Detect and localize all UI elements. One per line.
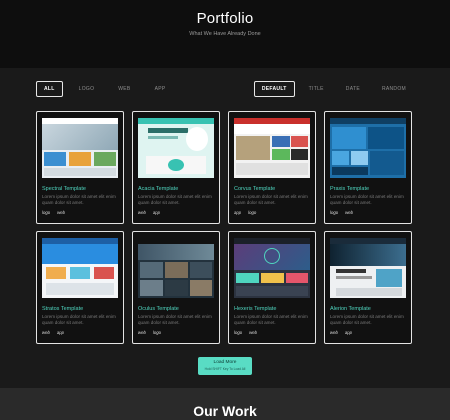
card-description: Lorem ipsum dolor sit amet elit enim qua… bbox=[330, 314, 404, 326]
card-title: Acacia Template bbox=[138, 186, 179, 192]
load-more-hint: Hold SHIFT Key To Load All bbox=[204, 367, 246, 371]
sort-date[interactable]: DATE bbox=[338, 81, 368, 97]
card-title: Corvus Template bbox=[234, 186, 276, 192]
portfolio-card-spectral[interactable]: Spectral Template Lorem ipsum dolor sit … bbox=[36, 111, 124, 224]
portfolio-card-praxis[interactable]: Praxis Template Lorem ipsum dolor sit am… bbox=[324, 111, 412, 224]
card-tag[interactable]: web bbox=[138, 330, 146, 335]
card-thumbnail bbox=[234, 118, 310, 178]
portfolio-card-stratos[interactable]: Stratos Template Lorem ipsum dolor sit a… bbox=[36, 231, 124, 344]
portfolio-card-corvus[interactable]: Corvus Template Lorem ipsum dolor sit am… bbox=[228, 111, 316, 224]
filter-all[interactable]: ALL bbox=[36, 81, 63, 97]
card-thumbnail bbox=[42, 238, 118, 298]
card-title: Alerion Template bbox=[330, 306, 371, 312]
card-tags: logo web bbox=[330, 210, 360, 215]
card-description: Lorem ipsum dolor sit amet elit enim qua… bbox=[138, 314, 212, 326]
card-thumbnail bbox=[138, 118, 214, 178]
sort-bar: DEFAULT TITLE DATE RANDOM bbox=[248, 81, 414, 97]
portfolio-card-hexeris[interactable]: Hexeris Template Lorem ipsum dolor sit a… bbox=[228, 231, 316, 344]
portfolio-card-acacia[interactable]: Acacia Template Lorem ipsum dolor sit am… bbox=[132, 111, 220, 224]
sort-title[interactable]: TITLE bbox=[301, 81, 332, 97]
card-tag[interactable]: logo bbox=[42, 210, 50, 215]
card-tags: web app bbox=[42, 330, 71, 335]
card-tag[interactable]: web bbox=[330, 330, 338, 335]
card-title: Oculus Template bbox=[138, 306, 179, 312]
card-tags: logo web bbox=[234, 330, 264, 335]
load-more-button[interactable]: Load More Hold SHIFT Key To Load All bbox=[198, 357, 252, 375]
filter-logo[interactable]: LOGO bbox=[71, 81, 103, 97]
sort-random[interactable]: RANDOM bbox=[374, 81, 414, 97]
card-description: Lorem ipsum dolor sit amet elit enim qua… bbox=[138, 194, 212, 206]
card-tags: web app bbox=[330, 330, 359, 335]
card-tag[interactable]: app bbox=[57, 330, 64, 335]
card-tag[interactable]: web bbox=[138, 210, 146, 215]
card-tag[interactable]: app bbox=[234, 210, 241, 215]
card-description: Lorem ipsum dolor sit amet elit enim qua… bbox=[330, 194, 404, 206]
hero-section: Portfolio What We Have Already Done bbox=[0, 0, 450, 68]
card-thumbnail bbox=[138, 238, 214, 298]
card-tag[interactable]: web bbox=[249, 330, 257, 335]
card-thumbnail bbox=[42, 118, 118, 178]
card-description: Lorem ipsum dolor sit amet elit enim qua… bbox=[42, 194, 116, 206]
card-tag[interactable]: logo bbox=[248, 210, 256, 215]
portfolio-card-alerion[interactable]: Alerion Template Lorem ipsum dolor sit a… bbox=[324, 231, 412, 344]
card-tag[interactable]: web bbox=[345, 210, 353, 215]
card-thumbnail bbox=[330, 118, 406, 178]
card-title: Spectral Template bbox=[42, 186, 86, 192]
page-title: Portfolio bbox=[196, 10, 254, 27]
filter-bar: ALL LOGO WEB APP bbox=[36, 81, 181, 97]
card-tags: app logo bbox=[234, 210, 263, 215]
sort-default[interactable]: DEFAULT bbox=[253, 81, 295, 97]
card-tag[interactable]: logo bbox=[234, 330, 242, 335]
card-thumbnail bbox=[234, 238, 310, 298]
card-description: Lorem ipsum dolor sit amet elit enim qua… bbox=[42, 314, 116, 326]
card-tag[interactable]: app bbox=[345, 330, 352, 335]
filter-app[interactable]: APP bbox=[147, 81, 174, 97]
card-tag[interactable]: web bbox=[57, 210, 65, 215]
page-subtitle: What We Have Already Done bbox=[189, 31, 261, 37]
load-more-label: Load More bbox=[213, 360, 237, 365]
card-tag[interactable]: app bbox=[153, 210, 160, 215]
our-work-section: Our Work bbox=[0, 388, 450, 420]
card-title: Hexeris Template bbox=[234, 306, 277, 312]
card-tags: web app bbox=[138, 210, 167, 215]
card-description: Lorem ipsum dolor sit amet elit enim qua… bbox=[234, 194, 308, 206]
card-tag[interactable]: web bbox=[42, 330, 50, 335]
card-tags: logo web bbox=[42, 210, 72, 215]
section-title: Our Work bbox=[193, 403, 257, 419]
card-description: Lorem ipsum dolor sit amet elit enim qua… bbox=[234, 314, 308, 326]
filter-web[interactable]: WEB bbox=[110, 81, 138, 97]
card-thumbnail bbox=[330, 238, 406, 298]
card-title: Praxis Template bbox=[330, 186, 370, 192]
card-tags: web logo bbox=[138, 330, 168, 335]
card-title: Stratos Template bbox=[42, 306, 84, 312]
card-tag[interactable]: logo bbox=[153, 330, 161, 335]
portfolio-card-oculus[interactable]: Oculus Template Lorem ipsum dolor sit am… bbox=[132, 231, 220, 344]
card-tag[interactable]: logo bbox=[330, 210, 338, 215]
